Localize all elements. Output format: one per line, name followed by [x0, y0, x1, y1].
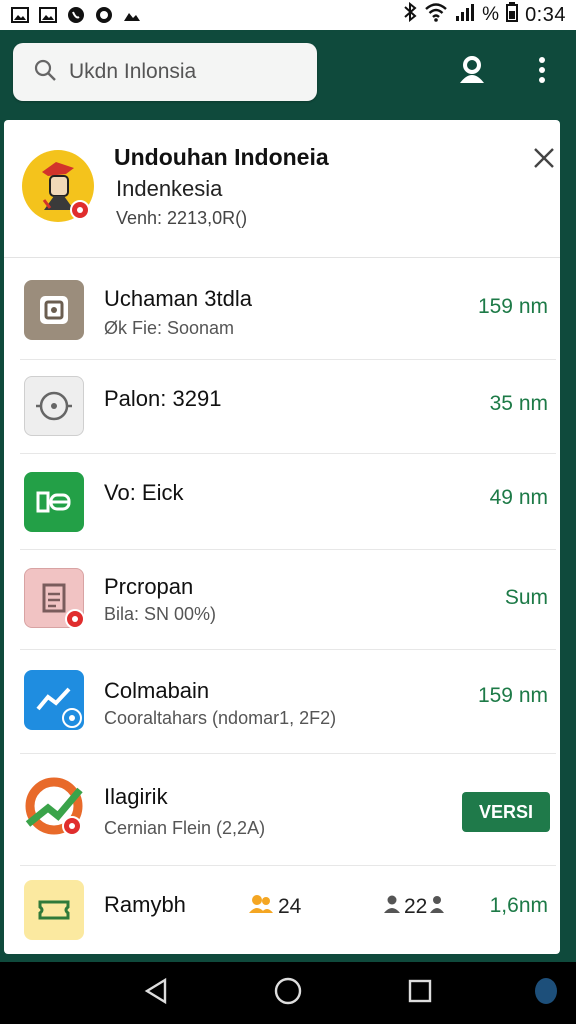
item-title: Ilagirik: [104, 784, 168, 809]
image-icon: [38, 6, 58, 24]
count-b-value: 22: [404, 894, 428, 918]
item-subtitle: Øk Fie: Soonam: [104, 318, 235, 338]
target-icon: [24, 376, 84, 436]
signal-icon: [455, 3, 475, 27]
item-title: Uchaman 3tdla: [104, 286, 252, 311]
item-size: 1,6nm: [489, 894, 548, 917]
bluetooth-icon: [403, 1, 417, 28]
item-title: Palon: 3291: [104, 386, 222, 411]
back-icon: [143, 977, 169, 1010]
list-item[interactable]: Palon: 3291 35 nm: [4, 360, 560, 454]
account-icon: [457, 55, 487, 90]
image-icon: [10, 6, 30, 24]
count-b: 22: [382, 894, 445, 919]
panel-subtitle: Indenkesia: [116, 176, 223, 201]
trend-icon: [24, 776, 84, 836]
list-item[interactable]: Ilagirik Cernian Flein (2,2A) VERSI: [4, 754, 560, 866]
count-a: 24: [248, 894, 301, 919]
recents-icon: [407, 978, 433, 1009]
item-subtitle: Cooraltahars (ndomar1, 2F2): [104, 708, 337, 728]
item-size: 159 nm: [477, 295, 548, 318]
panel-title: Undouhan Indoneia: [114, 144, 329, 170]
more-vert-icon: [538, 56, 546, 89]
camera-icon: [24, 280, 84, 340]
dot-icon: [534, 976, 558, 1011]
list-item[interactable]: Colmabain Cooraltahars (ndomar1, 2F2) 15…: [4, 650, 560, 754]
list-item[interactable]: Prcropan Bila: SN 00%) Sum: [4, 550, 560, 650]
search-placeholder: Ukdn Inlonsia: [69, 60, 197, 83]
circle-icon: [94, 6, 114, 24]
search-input[interactable]: Ukdn Inlonsia: [13, 43, 317, 101]
item-title: Prcropan: [104, 574, 194, 599]
document-icon: [24, 568, 85, 629]
list-item[interactable]: Vo: Eick 49 nm: [4, 454, 560, 550]
search-icon: [33, 58, 57, 87]
people-icon: [382, 894, 402, 919]
item-size: 159 nm: [477, 684, 548, 707]
app-avatar: [20, 148, 96, 224]
list-item[interactable]: Ramybh 24 22 1,6nm: [4, 866, 560, 954]
item-title: Ramybh: [104, 892, 186, 917]
item-title: Vo: Eick: [104, 480, 184, 505]
photo-icon: [122, 6, 142, 24]
item-title: Colmabain: [104, 678, 210, 703]
clock: 0:34: [525, 3, 566, 26]
item-size: 35 nm: [489, 392, 548, 415]
whatsapp-icon: [66, 6, 86, 24]
account-button[interactable]: [452, 52, 492, 92]
notification-badge: [65, 609, 85, 629]
navigation-bar: [0, 962, 576, 1024]
group-icon: [248, 894, 274, 919]
notification-badge: [62, 816, 82, 836]
recents-button[interactable]: [404, 977, 436, 1009]
more-options-button[interactable]: [522, 52, 562, 92]
count-a-value: 24: [278, 894, 302, 918]
download-panel: Undouhan Indoneia Indenkesia Venh: 2213,…: [4, 120, 560, 954]
close-icon: [533, 147, 555, 174]
home-button[interactable]: [272, 977, 304, 1009]
item-subtitle: Cernian Flein (2,2A): [104, 818, 266, 838]
chart-icon: [24, 670, 84, 730]
wifi-icon: [424, 2, 448, 28]
battery-percent: %: [482, 4, 500, 25]
notification-badge: [70, 200, 90, 220]
list-item[interactable]: Uchaman 3tdla Øk Fie: Soonam 159 nm: [4, 258, 560, 360]
panel-header: Undouhan Indoneia Indenkesia Venh: 2213,…: [4, 120, 560, 258]
close-button[interactable]: [530, 146, 558, 174]
assistant-button[interactable]: [530, 977, 562, 1009]
item-size: 49 nm: [489, 486, 548, 509]
battery-icon: [24, 472, 84, 532]
status-badge: [62, 708, 82, 728]
item-size: Sum: [504, 586, 548, 609]
versi-button[interactable]: VERSI: [462, 792, 550, 832]
status-bar: % 0:34: [0, 0, 576, 30]
people-icon: [429, 894, 445, 919]
home-icon: [274, 977, 302, 1010]
item-subtitle: Bila: SN 00%): [104, 604, 217, 624]
battery-icon: [506, 2, 519, 28]
panel-version: Venh: 2213,0R(): [116, 208, 248, 228]
back-button[interactable]: [140, 977, 172, 1009]
ticket-icon: [24, 880, 84, 940]
app-bar: Ukdn Inlonsia: [0, 30, 576, 116]
